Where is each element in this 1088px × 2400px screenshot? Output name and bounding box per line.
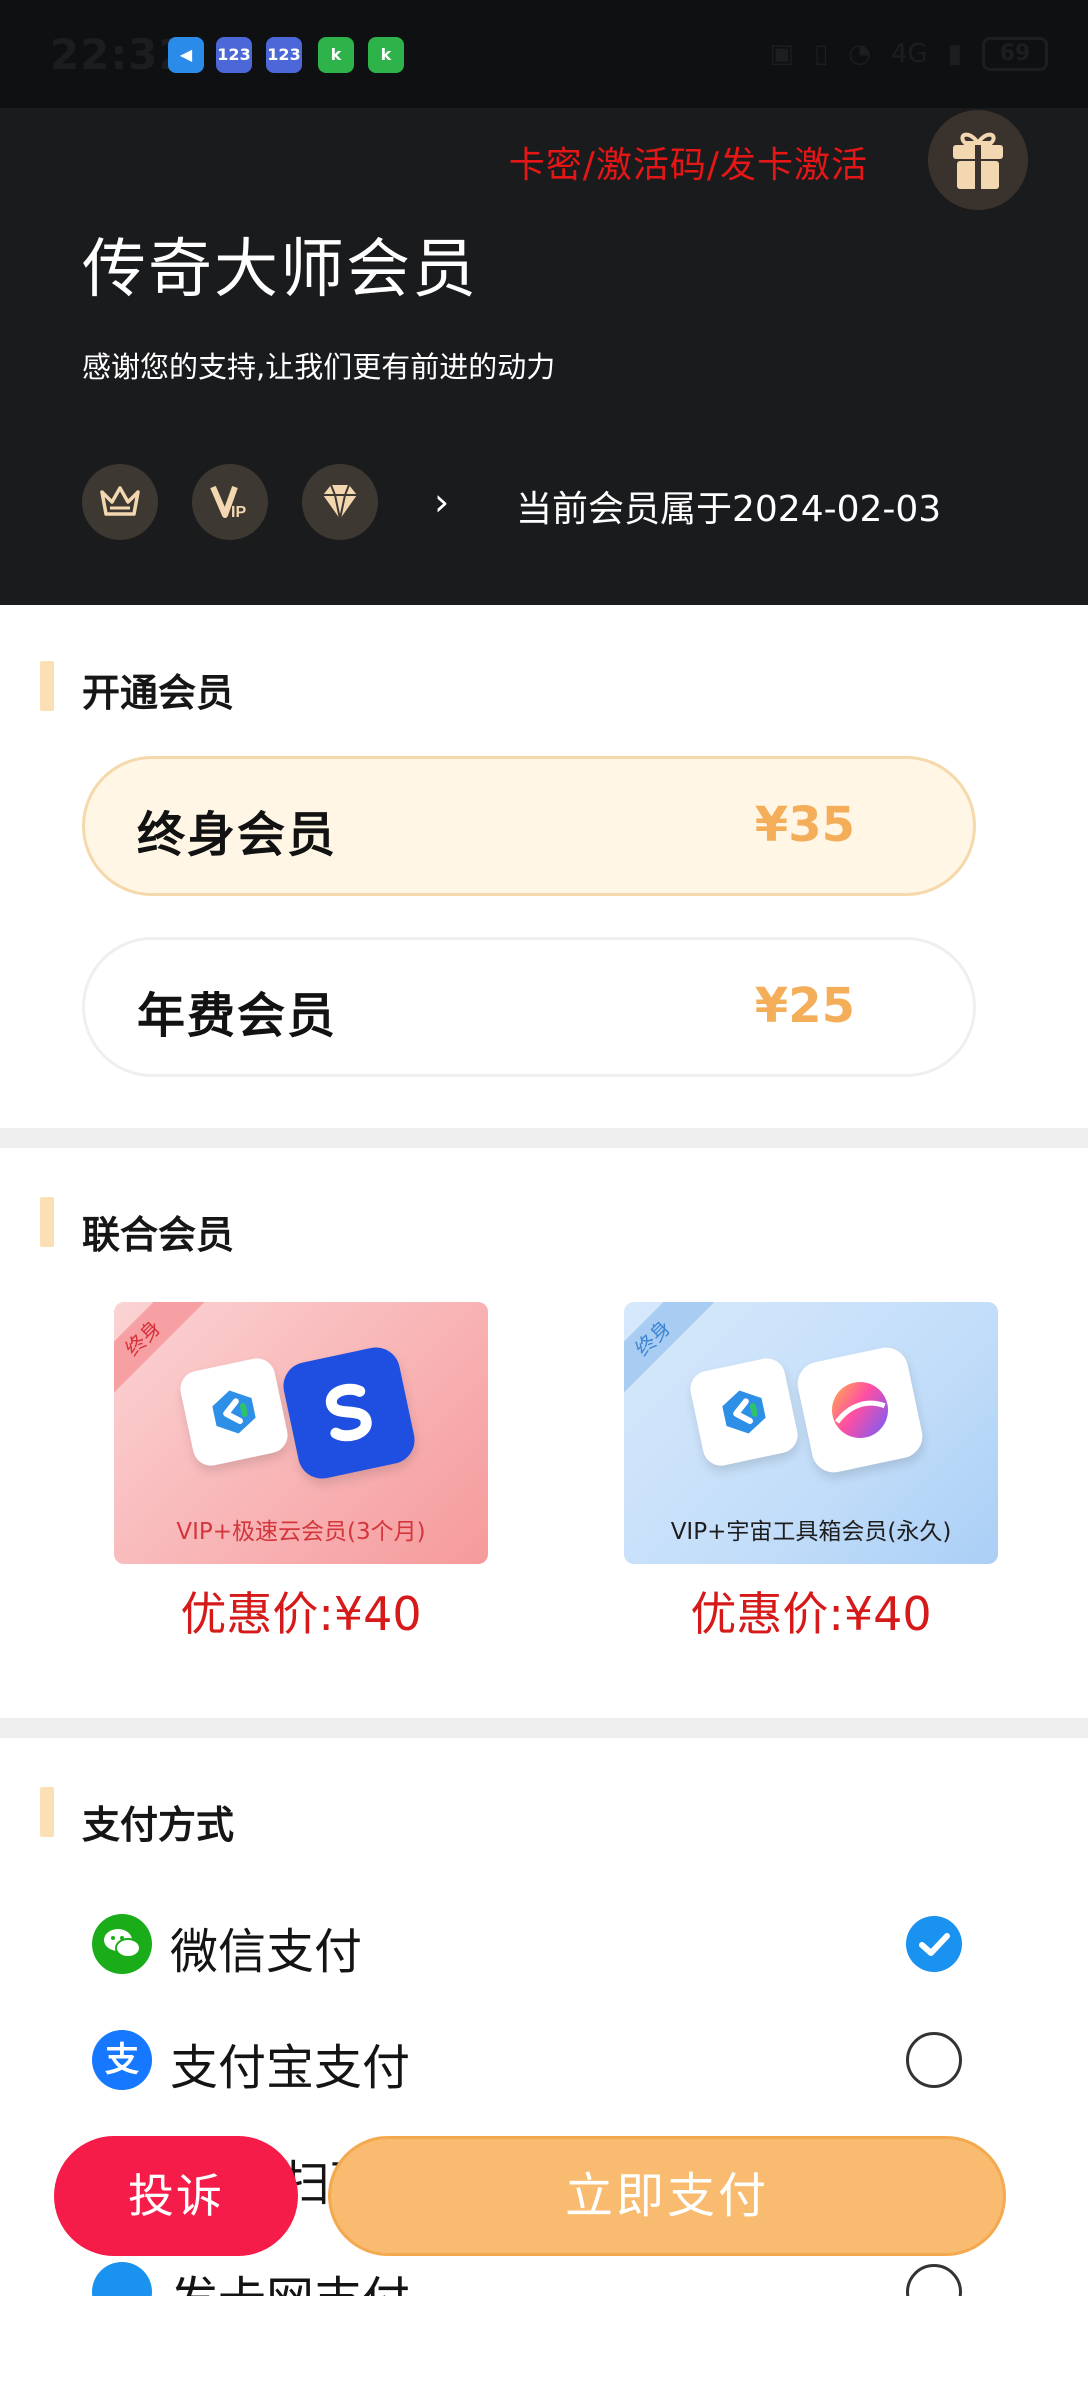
page-title: 传奇大师会员 (82, 233, 478, 307)
app-tile (687, 1355, 801, 1469)
gift-icon (953, 132, 1003, 189)
wifi-icon: ◔ (848, 39, 871, 69)
complain-button[interactable]: 投诉 (54, 2136, 298, 2256)
payment-wechat[interactable]: 微信支付 (92, 1908, 992, 1980)
plan-name: 终身会员 (137, 807, 338, 863)
svg-text:IP: IP (231, 504, 246, 521)
bottom-mask (0, 2296, 1088, 2400)
section-divider (0, 1718, 1088, 1738)
signal-icon: ▮ (947, 39, 962, 69)
section-title-combo: 联合会员 (82, 1213, 235, 1257)
app-tile (279, 1343, 419, 1483)
wechat-pay-icon (92, 1914, 152, 1974)
diamond-icon (323, 484, 357, 520)
section-title-payment: 支付方式 (82, 1803, 235, 1847)
badge-vip: IP (192, 464, 268, 540)
back-arrow-app-icon (722, 1390, 766, 1434)
nfc-icon: ▣ (769, 39, 794, 69)
plan-yearly[interactable]: 年费会员 ¥25 (82, 937, 976, 1077)
plan-price: ¥25 (754, 978, 855, 1034)
payment-radio-wechat[interactable] (906, 1916, 962, 1972)
back-arrow-app-icon (212, 1390, 256, 1434)
combo-label: VIP+极速云会员(3个月) (176, 1519, 426, 1545)
vip-icon: IP (210, 485, 246, 521)
payment-radio-alipay[interactable] (906, 2032, 962, 2088)
combo-label: VIP+宇宙工具箱会员(永久) (670, 1519, 952, 1545)
combo-card-toolbox[interactable]: 终身 VIP+宇宙工具箱会员(永久) (624, 1302, 998, 1564)
status-app-icon: 123 (266, 37, 302, 73)
status-app-icon: k (318, 37, 354, 73)
crown-icon (100, 486, 140, 516)
section-accent (40, 1197, 54, 1247)
payment-label: 微信支付 (170, 1924, 363, 1980)
status-indicators: ▣ ▯ ◔ 4G ▮ 69 (769, 34, 1048, 74)
member-header: 卡密/激活码/发卡激活 传奇大师会员 感谢您的支持,让我们更有前进的动力 IP … (0, 108, 1088, 605)
universe-toolbox-icon (832, 1382, 888, 1438)
signal-label: 4G (890, 39, 928, 69)
vibrate-icon: ▯ (813, 39, 829, 69)
payment-label: 支付宝支付 (170, 2040, 411, 2096)
status-app-icon: ◀ (168, 37, 204, 73)
badge-diamond (302, 464, 378, 540)
battery-icon: 69 (982, 37, 1048, 71)
activate-code-link[interactable]: 卡密/激活码/发卡激活 (509, 136, 868, 188)
status-bar: 22:32 ◀ 123 123 k k ▣ ▯ ◔ 4G ▮ 69 (0, 0, 1088, 108)
status-app-icon: k (368, 37, 404, 73)
combo-price: 优惠价:¥40 (690, 1587, 932, 1641)
section-divider (0, 1128, 1088, 1148)
badge-crown (82, 464, 158, 540)
gift-button[interactable] (928, 110, 1028, 210)
member-expiry: 当前会员属于2024-02-03 (516, 489, 942, 530)
app-tile (177, 1355, 291, 1469)
combo-price: 优惠价:¥40 (180, 1587, 422, 1641)
app-tile (793, 1343, 927, 1477)
section-accent (40, 1787, 54, 1837)
check-icon (919, 1933, 950, 1956)
plan-lifetime[interactable]: 终身会员 ¥35 (82, 756, 976, 896)
plan-price: ¥35 (754, 797, 855, 853)
section-title-membership: 开通会员 (82, 671, 235, 715)
alipay-icon: 支 (92, 2030, 152, 2090)
status-app-icon: 123 (216, 37, 252, 73)
page-subtitle: 感谢您的支持,让我们更有前进的动力 (82, 350, 556, 384)
chevron-right-icon[interactable]: › (434, 480, 449, 524)
pay-now-button[interactable]: 立即支付 (328, 2136, 1006, 2256)
plan-name: 年费会员 (137, 988, 338, 1044)
section-accent (40, 661, 54, 711)
payment-alipay[interactable]: 支 支付宝支付 (92, 2024, 992, 2096)
speedcloud-s-icon (325, 1383, 372, 1442)
combo-card-speedcloud[interactable]: 终身 VIP+极速云会员(3个月) (114, 1302, 488, 1564)
